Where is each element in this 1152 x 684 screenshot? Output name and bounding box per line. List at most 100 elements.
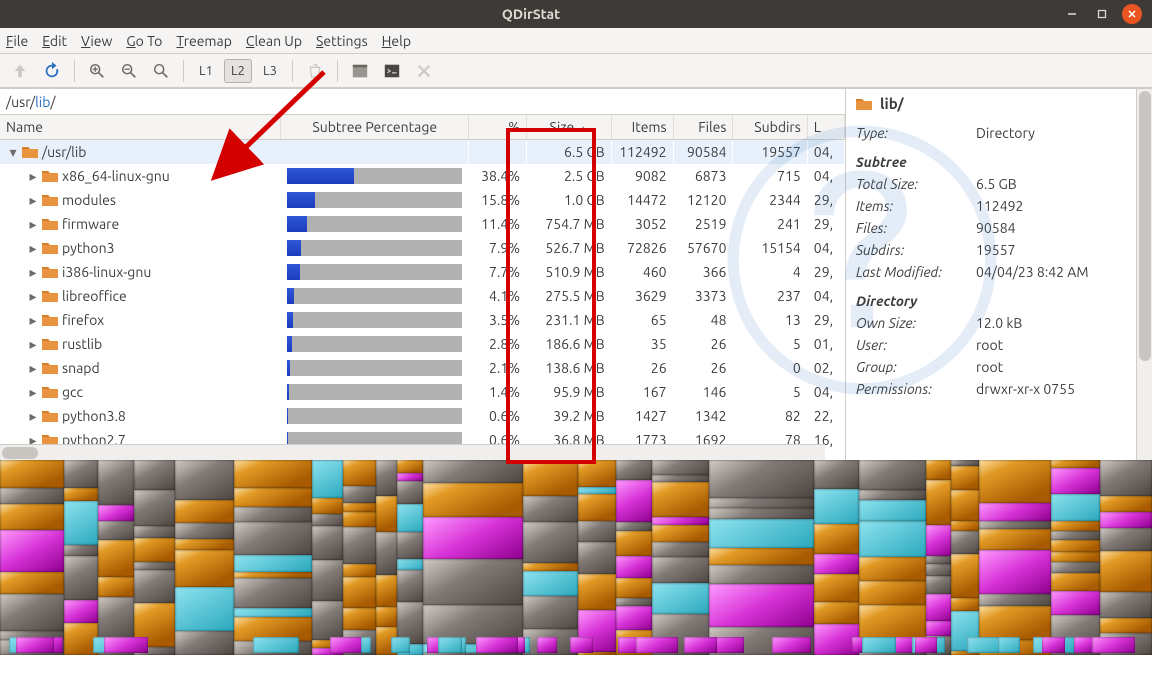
- minimize-button[interactable]: [1062, 4, 1082, 24]
- usage-bar: [287, 168, 462, 184]
- sort-asc-icon: ▲: [578, 123, 588, 134]
- menu-cleanup[interactable]: Clean Up: [246, 33, 302, 49]
- folder-icon: [42, 289, 58, 303]
- col-last[interactable]: L: [807, 115, 844, 140]
- file-manager-icon[interactable]: [346, 57, 374, 85]
- details-title: lib/: [880, 95, 904, 112]
- col-subdirs[interactable]: Subdirs: [733, 115, 807, 140]
- level-l2[interactable]: L2: [224, 59, 252, 83]
- horizontal-scrollbar[interactable]: [0, 444, 825, 460]
- usage-bar: [287, 288, 462, 304]
- table-row[interactable]: ▸snapd2.1%138.6 MB2626002,: [0, 356, 845, 380]
- col-name[interactable]: Name: [0, 115, 281, 140]
- zoom-out-icon[interactable]: [115, 57, 143, 85]
- usage-bar: [287, 384, 462, 400]
- level-l1[interactable]: L1: [192, 59, 220, 83]
- row-name: snapd: [62, 360, 100, 376]
- col-items[interactable]: Items: [611, 115, 673, 140]
- expander-icon[interactable]: ▾: [8, 144, 18, 161]
- table-row[interactable]: ▸python37.9%526.7 MB72826576701515404,: [0, 236, 845, 260]
- row-name: modules: [62, 192, 116, 208]
- delete-icon[interactable]: [410, 57, 438, 85]
- folder-icon: [22, 145, 38, 159]
- table-row[interactable]: ▸python3.80.6%39.2 MB142713428222,: [0, 404, 845, 428]
- expander-icon[interactable]: ▸: [28, 264, 38, 281]
- menu-file[interactable]: File: [6, 33, 28, 49]
- trash-icon[interactable]: [301, 57, 329, 85]
- menu-edit[interactable]: Edit: [42, 33, 67, 49]
- expander-icon[interactable]: ▸: [28, 312, 38, 329]
- window-title: QDirStat: [0, 6, 1062, 22]
- table-row[interactable]: ▸i386-linux-gnu7.7%510.9 MB460366429,: [0, 260, 845, 284]
- row-name: python3.8: [62, 408, 126, 424]
- folder-icon: [42, 217, 58, 231]
- col-pct[interactable]: %: [469, 115, 527, 140]
- zoom-reset-icon[interactable]: [147, 57, 175, 85]
- breadcrumb[interactable]: /usr/lib/: [0, 89, 845, 115]
- table-row[interactable]: ▸gcc1.4%95.9 MB167146504,: [0, 380, 845, 404]
- terminal-icon[interactable]: [378, 57, 406, 85]
- subtree-heading: Subtree: [846, 144, 1152, 173]
- tree-view[interactable]: Name Subtree Percentage % Size▲ Items Fi…: [0, 115, 845, 460]
- zoom-in-icon[interactable]: [83, 57, 111, 85]
- table-row[interactable]: ▸firmware11.4%754.7 MB3052251924129,: [0, 212, 845, 236]
- menu-view[interactable]: View: [81, 33, 112, 49]
- col-files[interactable]: Files: [673, 115, 733, 140]
- treemap-pane[interactable]: [0, 460, 1152, 655]
- usage-bar: [287, 360, 462, 376]
- level-l3[interactable]: L3: [256, 59, 284, 83]
- table-row[interactable]: ▸rustlib2.8%186.6 MB3526501,: [0, 332, 845, 356]
- table-row[interactable]: ▸modules15.8%1.0 GB1447212120234429,: [0, 188, 845, 212]
- expander-icon[interactable]: ▸: [28, 408, 38, 425]
- usage-bar: [287, 240, 462, 256]
- expander-icon[interactable]: ▸: [28, 384, 38, 401]
- up-icon[interactable]: [6, 57, 34, 85]
- window-titlebar: QDirStat: [0, 0, 1152, 28]
- table-header-row: Name Subtree Percentage % Size▲ Items Fi…: [0, 115, 845, 140]
- expander-icon[interactable]: ▸: [28, 240, 38, 257]
- details-pane: lib/ Type:Directory Subtree Total Size:6…: [846, 89, 1152, 460]
- expander-icon[interactable]: ▸: [28, 168, 38, 185]
- table-row[interactable]: ▾/usr/lib6.5 GB112492905841955704,: [0, 140, 845, 165]
- folder-icon: [856, 97, 872, 111]
- menu-settings[interactable]: Settings: [316, 33, 368, 49]
- close-button[interactable]: [1122, 4, 1142, 24]
- expander-icon[interactable]: ▸: [28, 336, 38, 353]
- folder-icon: [42, 169, 58, 183]
- row-name: gcc: [62, 384, 83, 400]
- folder-icon: [42, 241, 58, 255]
- row-name: python3: [62, 240, 115, 256]
- row-name: libreoffice: [62, 288, 127, 304]
- folder-icon: [42, 265, 58, 279]
- expander-icon[interactable]: ▸: [28, 192, 38, 209]
- menu-help[interactable]: Help: [382, 33, 411, 49]
- menu-goto[interactable]: Go To: [126, 33, 162, 49]
- details-scrollbar[interactable]: [1136, 89, 1152, 460]
- usage-bar: [287, 192, 462, 208]
- expander-icon[interactable]: ▸: [28, 360, 38, 377]
- usage-bar: [287, 312, 462, 328]
- folder-icon: [42, 385, 58, 399]
- content-row: /usr/lib/ Name Subtree Percentage % Size…: [0, 88, 1152, 460]
- row-name: rustlib: [62, 336, 102, 352]
- folder-icon: [42, 313, 58, 327]
- row-name: i386-linux-gnu: [62, 264, 151, 280]
- col-subtree[interactable]: Subtree Percentage: [281, 115, 469, 140]
- usage-bar: [287, 216, 462, 232]
- usage-bar: [287, 336, 462, 352]
- refresh-icon[interactable]: [38, 57, 66, 85]
- directory-heading: Directory: [846, 283, 1152, 312]
- table-row[interactable]: ▸x86_64-linux-gnu38.4%2.5 GB908268737150…: [0, 164, 845, 188]
- row-name: firefox: [62, 312, 104, 328]
- table-row[interactable]: ▸libreoffice4.1%275.5 MB3629337323704,: [0, 284, 845, 308]
- maximize-button[interactable]: [1092, 4, 1112, 24]
- expander-icon[interactable]: ▸: [28, 288, 38, 305]
- expander-icon[interactable]: ▸: [28, 216, 38, 233]
- main-pane: /usr/lib/ Name Subtree Percentage % Size…: [0, 89, 846, 460]
- folder-icon: [42, 337, 58, 351]
- breadcrumb-link[interactable]: lib: [35, 94, 50, 110]
- menu-treemap[interactable]: Treemap: [176, 33, 232, 49]
- row-name: x86_64-linux-gnu: [62, 168, 170, 184]
- col-size[interactable]: Size▲: [527, 115, 612, 140]
- table-row[interactable]: ▸firefox3.5%231.1 MB65481329,: [0, 308, 845, 332]
